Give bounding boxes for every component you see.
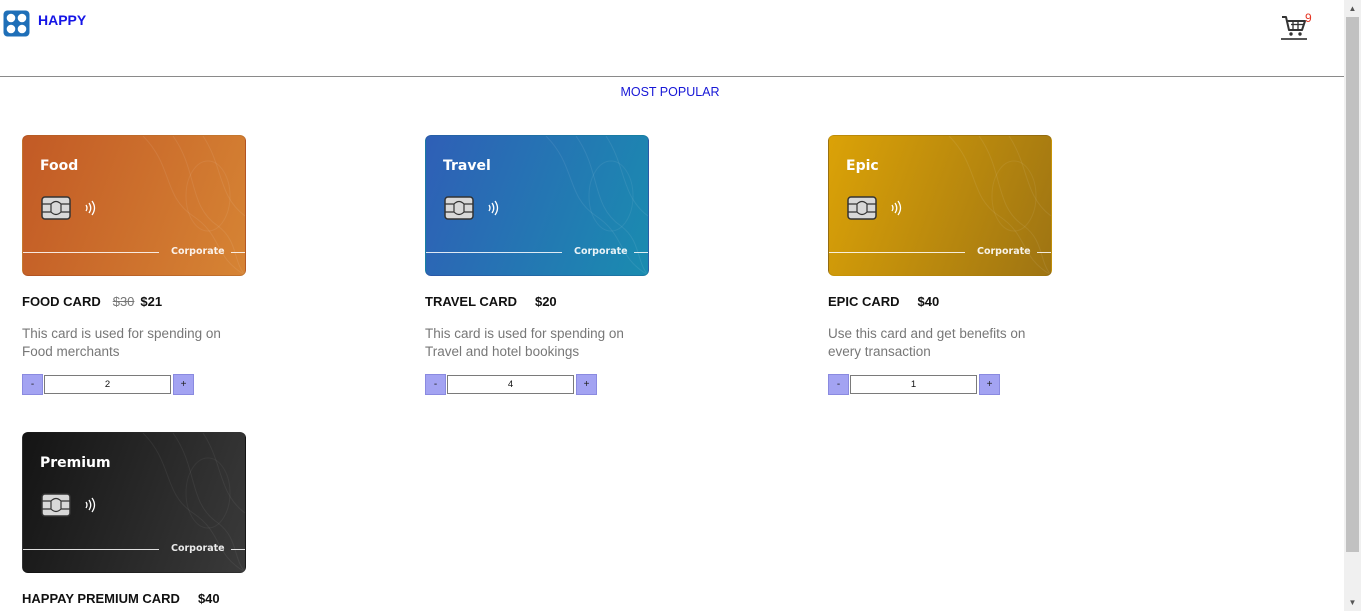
header: HAPPY 9 <box>0 0 1344 76</box>
decrement-button[interactable]: - <box>828 374 849 395</box>
card-line <box>426 252 562 253</box>
chip-icon <box>41 196 71 220</box>
brand-name[interactable]: HAPPY <box>38 12 86 28</box>
quantity-stepper: - + <box>22 374 195 395</box>
card-tag: Corporate <box>171 246 225 257</box>
brand-logo-icon <box>3 10 30 37</box>
product-title-row: EPIC CARD $40 <box>828 294 939 309</box>
card-image[interactable]: Premium Corporate <box>22 432 246 573</box>
card-line <box>1037 252 1051 253</box>
quantity-stepper: - + <box>425 374 598 395</box>
product-title: EPIC CARD <box>828 294 900 309</box>
contactless-icon <box>891 200 902 216</box>
quantity-input[interactable] <box>850 375 977 394</box>
old-price: $30 <box>112 294 135 309</box>
cart-count-badge: 9 <box>1305 11 1312 25</box>
card-tag: Corporate <box>171 543 225 554</box>
header-divider <box>0 76 1344 77</box>
product-price: $40 <box>917 294 940 309</box>
card-label: Epic <box>846 158 879 174</box>
card-label: Food <box>40 158 79 174</box>
decrement-button[interactable]: - <box>22 374 43 395</box>
card-tag: Corporate <box>977 246 1031 257</box>
card-line <box>23 252 159 253</box>
card-tag: Corporate <box>574 246 628 257</box>
product-price: $21 <box>140 294 163 309</box>
section-title: MOST POPULAR <box>620 85 720 99</box>
product-price: $40 <box>197 591 220 606</box>
scrollbar-thumb[interactable] <box>1346 17 1359 552</box>
product-title: HAPPAY PREMIUM CARD <box>22 591 180 606</box>
product-title-row: TRAVEL CARD $20 <box>425 294 557 309</box>
chip-icon <box>444 196 474 220</box>
chip-icon <box>847 196 877 220</box>
card-image[interactable]: Travel Corporate <box>425 135 649 276</box>
contactless-icon <box>85 497 96 513</box>
card-line <box>231 252 245 253</box>
product-price: $20 <box>534 294 557 309</box>
scroll-down-arrow-icon[interactable]: ▼ <box>1344 594 1361 611</box>
increment-button[interactable]: + <box>173 374 194 395</box>
product-title-row: HAPPAY PREMIUM CARD $40 <box>22 591 220 606</box>
vertical-scrollbar[interactable]: ▲ ▼ <box>1344 0 1361 611</box>
card-line <box>829 252 965 253</box>
product-title-row: FOOD CARD $30 $21 <box>22 294 162 309</box>
contactless-icon <box>85 200 96 216</box>
scroll-up-arrow-icon[interactable]: ▲ <box>1344 0 1361 17</box>
card-line <box>23 549 159 550</box>
card-label: Premium <box>40 455 111 471</box>
cart-underline <box>1281 38 1307 40</box>
decrement-button[interactable]: - <box>425 374 446 395</box>
quantity-input[interactable] <box>447 375 574 394</box>
product-title: FOOD CARD <box>22 294 101 309</box>
product-description: Use this card and get benefits on every … <box>828 326 1026 359</box>
quantity-stepper: - + <box>828 374 1001 395</box>
card-line <box>634 252 648 253</box>
card-line <box>231 549 245 550</box>
product-description: This card is used for spending on Food m… <box>22 326 221 359</box>
product-title: TRAVEL CARD <box>425 294 517 309</box>
contactless-icon <box>488 200 499 216</box>
card-label: Travel <box>443 158 491 174</box>
card-image[interactable]: Food Corporate <box>22 135 246 276</box>
product-description: This card is used for spending on Travel… <box>425 326 624 359</box>
increment-button[interactable]: + <box>979 374 1000 395</box>
chip-icon <box>41 493 71 517</box>
quantity-input[interactable] <box>44 375 171 394</box>
card-image[interactable]: Epic Corporate <box>828 135 1052 276</box>
increment-button[interactable]: + <box>576 374 597 395</box>
